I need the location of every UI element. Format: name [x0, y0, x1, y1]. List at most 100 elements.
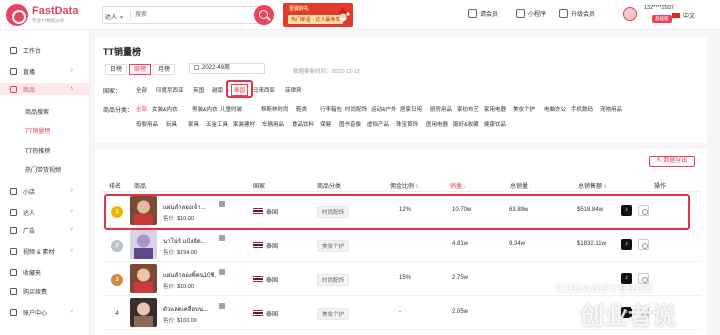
column-total-sales[interactable]: 总销量↓ [510, 181, 532, 190]
sidebar-subitem-tt-sales-rank[interactable]: TT销量榜 [25, 126, 50, 135]
logo[interactable]: FastData 专注TT数据分析 [6, 4, 78, 26]
tab-monthly[interactable]: 月榜 [153, 64, 175, 75]
category-option[interactable]: 运动&户外 [371, 105, 397, 113]
search-type-select[interactable]: 达人 ▼ [105, 12, 124, 21]
promo-banner[interactable]: 圣诞好礼 热门新星 · 达人赢免单 [283, 3, 353, 27]
category-option[interactable]: 男装&内衣 [192, 105, 218, 113]
category-option[interactable]: 母婴用品 [136, 120, 158, 128]
category-option[interactable]: 行李箱包 [320, 105, 342, 113]
table-row[interactable]: 2 นาโน่ร์ แป้งจัด... 售价: $194.00 泰国 美妆个护 4.81… [101, 228, 701, 262]
category-option[interactable]: 珠宝首饰 [396, 120, 418, 128]
live-icon [10, 67, 17, 75]
sidebar-item-renew[interactable]: 购买续费 [0, 285, 90, 297]
category-option[interactable]: 家用电器 [484, 105, 506, 113]
country-option-vietnam[interactable]: 越南 [212, 86, 223, 94]
total-amount-cell: $1832.11w [577, 241, 606, 247]
chevron-down-icon: ˅ [70, 309, 73, 315]
category-option[interactable]: 鞋类 [296, 105, 307, 113]
santa-icon [338, 7, 350, 22]
category-option[interactable]: 健康饮品 [484, 120, 506, 128]
category-option[interactable]: 医用电器 [426, 120, 448, 128]
category-option[interactable]: 家具 [188, 120, 199, 128]
sidebar-item-influencer[interactable]: 达人 ˅ [0, 206, 90, 218]
tiktok-icon[interactable]: ♪ [621, 239, 632, 250]
mini-program-link[interactable]: 小程序 [516, 9, 546, 18]
category-option[interactable]: 家纺布艺 [457, 105, 479, 113]
product-thumbnail[interactable] [130, 264, 157, 293]
week-picker[interactable]: 2022-49周 [189, 63, 265, 74]
category-option[interactable]: 穆斯林时尚 [261, 105, 289, 113]
category-option[interactable]: 家装建材 [233, 120, 255, 128]
country-option-philippines[interactable]: 菲律宾 [285, 86, 302, 94]
category-option[interactable]: 儿童时装 [220, 105, 242, 113]
product-thumbnail[interactable] [130, 230, 157, 259]
category-option[interactable]: 保健 [320, 120, 331, 128]
category-option[interactable]: 全部 [136, 105, 147, 113]
category-option[interactable]: 食品饮料 [292, 120, 314, 128]
category-option[interactable]: 居家日用 [400, 105, 422, 113]
column-sales[interactable]: 销量↓ [450, 181, 466, 190]
country-option-malaysia[interactable]: 马来西亚 [253, 86, 275, 94]
category-option[interactable]: 宠物用品 [600, 105, 622, 113]
sidebar-item-live[interactable]: 直播 ˅ [0, 65, 90, 77]
search-input[interactable] [135, 9, 255, 21]
column-total-amount[interactable]: 总销售额⇅ [578, 181, 607, 190]
sidebar-item-products[interactable]: 商品 ˄ [0, 83, 90, 95]
category-option[interactable]: 虚拟产品 [367, 120, 389, 128]
ad-icon [10, 226, 17, 234]
top-bar: FastData 专注TT数据分析 达人▼ 圣诞好礼 热门新星 · 达人赢免单 … [0, 0, 720, 30]
export-button[interactable]: ⇱ 数据导出 [649, 156, 695, 167]
category-option[interactable]: 厨房用品 [430, 105, 452, 113]
category-option[interactable]: 玩具 [166, 120, 177, 128]
sidebar-subitem-hot-videos[interactable]: 热门带货视频 [25, 165, 61, 174]
category-option[interactable]: 车辆用品 [262, 120, 284, 128]
category-tag: 美妆个护 [317, 308, 350, 320]
chevron-up-icon: ˄ [70, 86, 73, 92]
invite-link[interactable]: 请会员 [468, 9, 498, 18]
country-option-all[interactable]: 全部 [136, 86, 147, 94]
sidebar-item-workbench[interactable]: 工作台 [0, 44, 90, 56]
product-name[interactable]: ตัวแลดเคลือบน... [163, 304, 217, 314]
chevron-down-icon: ˅ [70, 227, 73, 233]
category-option[interactable]: 美妆个护 [513, 105, 535, 113]
product-thumbnail[interactable] [130, 298, 157, 327]
rank-badge: 4 [115, 311, 119, 317]
category-option[interactable]: 五金工具 [206, 120, 228, 128]
sidebar-item-account[interactable]: 账户中心 ˅ [0, 306, 90, 318]
category-option[interactable]: 图书音像 [339, 120, 361, 128]
category-tag: 美妆个护 [317, 240, 350, 252]
column-product: 商品 [134, 184, 147, 190]
chevron-down-icon: ˅ [70, 68, 73, 74]
sidebar-item-favorites[interactable]: 收藏夹 [0, 266, 90, 278]
sidebar-subitem-product-search[interactable]: 商品搜索 [25, 107, 49, 116]
upgrade-link[interactable]: 升级会员 [559, 9, 595, 18]
detail-icon[interactable] [638, 239, 649, 250]
sidebar-item-shop[interactable]: 小店 ˅ [0, 185, 90, 197]
sidebar-subitem-tt-hot-rank[interactable]: TT热推榜 [25, 146, 50, 155]
category-option[interactable]: 服好&收藏 [453, 120, 479, 128]
copy-icon[interactable] [219, 303, 225, 309]
copy-icon[interactable] [219, 235, 225, 241]
category-option[interactable]: 手机数码 [571, 105, 593, 113]
product-name[interactable]: แผ่นลำลองพิ้คน10ชิ... [163, 270, 217, 280]
product-name[interactable]: นาโน่ร์ แป้งจัด... [163, 236, 217, 246]
sidebar-item-ads[interactable]: 广告 ˅ [0, 224, 90, 236]
country-option-uk[interactable]: 英国 [193, 86, 204, 94]
thailand-flag-icon [253, 310, 263, 316]
category-option[interactable]: 电脑办公 [544, 105, 566, 113]
video-icon [10, 247, 17, 255]
search-button[interactable] [254, 5, 274, 25]
country-option-indonesia[interactable]: 印度尼西亚 [156, 86, 184, 94]
tab-weekly[interactable]: 周榜 [129, 64, 151, 75]
product-price: 售价: $194.00 [163, 250, 197, 256]
avatar[interactable] [623, 7, 637, 21]
copy-icon[interactable] [219, 269, 225, 275]
sidebar-item-video-material[interactable]: 视频 & 素材 ˅ [0, 245, 90, 257]
bag-icon [10, 85, 17, 93]
category-option[interactable]: 时尚配饰 [345, 105, 367, 113]
tab-daily[interactable]: 日榜 [105, 64, 127, 75]
category-option[interactable]: 女装&内衣 [152, 105, 178, 113]
sales-cell: 4.81w [452, 241, 469, 247]
column-commission[interactable]: 佣金比例⇅ [390, 181, 419, 190]
language-select[interactable]: 中文 [672, 11, 695, 20]
